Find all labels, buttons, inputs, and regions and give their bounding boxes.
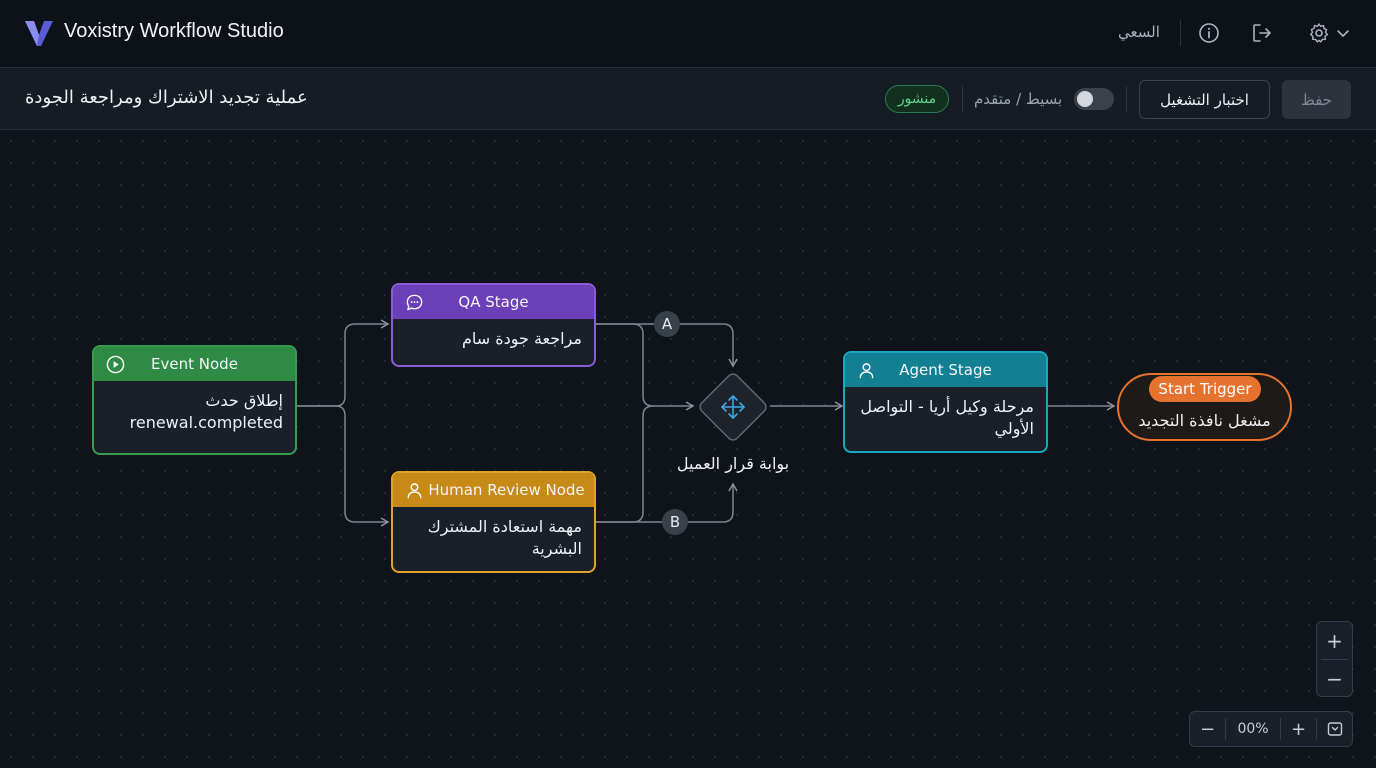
node-label: مرحلة وكيل أريا - التواصل الأولي (860, 397, 1034, 438)
node-label: مراجعة جودة سام (461, 329, 582, 348)
zoom-controls-horizontal: − 00% + (1189, 711, 1353, 747)
play-icon (106, 355, 125, 374)
zoom-out-button[interactable]: − (1190, 712, 1225, 746)
node-type: QA Stage (458, 293, 529, 311)
node-type: Event Node (151, 355, 238, 373)
fit-view-button[interactable] (1317, 712, 1352, 746)
branch-badge-b: B (662, 509, 688, 535)
node-type: Human Review Node (428, 481, 585, 499)
node-type: Agent Stage (899, 361, 992, 379)
trigger-label: مشغل نافذة التجديد (1138, 411, 1271, 430)
node-header: Event Node (94, 347, 295, 381)
qa-stage-node[interactable]: QA Stage مراجعة جودة سام (391, 283, 596, 367)
person-icon (859, 363, 874, 379)
event-node[interactable]: Event Node إطلاق حدث renewal.completed (92, 345, 297, 455)
human-review-node[interactable]: Human Review Node مهمة استعادة المشترك ا… (391, 471, 596, 573)
start-trigger-node[interactable]: Start Trigger مشغل نافذة التجديد (1117, 373, 1292, 441)
node-header: QA Stage (393, 285, 594, 319)
chat-icon (406, 294, 423, 311)
node-label: مهمة استعادة المشترك البشرية (427, 517, 582, 558)
node-header: Human Review Node (393, 473, 594, 507)
zoom-level: 00% (1237, 721, 1269, 737)
zoom-out-button[interactable]: − (1317, 660, 1352, 697)
edge-human-to-gate (596, 405, 654, 523)
decision-gate[interactable] (698, 372, 769, 443)
node-header: Agent Stage (845, 353, 1046, 387)
branch-badge-a: A (654, 311, 680, 337)
node-label: إطلاق حدث renewal.completed (129, 391, 283, 432)
person-icon (407, 483, 422, 499)
edge-qa-to-gate (596, 323, 695, 411)
gate-label: بوابة قرار العميل (676, 454, 790, 473)
zoom-in-button[interactable]: + (1281, 712, 1316, 746)
zoom-controls-vertical: + − (1316, 621, 1353, 697)
trigger-type-pill: Start Trigger (1149, 376, 1261, 402)
agent-stage-node[interactable]: Agent Stage مرحلة وكيل أريا - التواصل ال… (843, 351, 1048, 453)
fit-view-icon (1327, 722, 1342, 736)
edge-event-to-qa (297, 319, 390, 407)
edge-event-to-human (297, 405, 390, 527)
zoom-in-button[interactable]: + (1317, 622, 1352, 659)
